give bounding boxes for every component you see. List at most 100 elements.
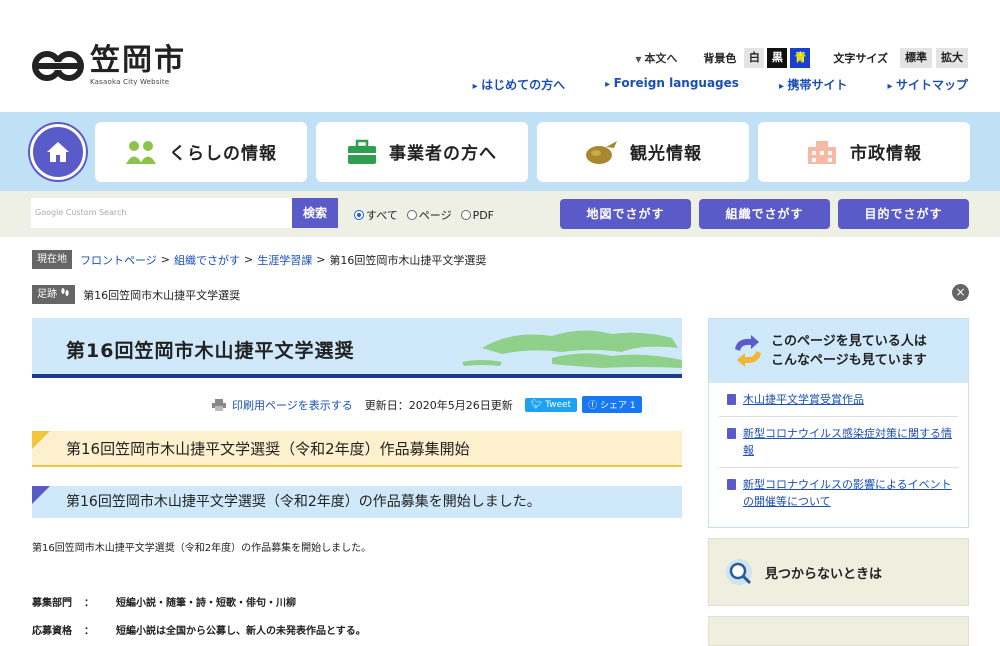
twitter-icon: 🐦︎ [530,399,543,410]
detail-value: 短編小説・随筆・詩・短歌・俳句・川柳 [116,598,296,609]
bg-black-button[interactable]: 黒 [767,48,788,68]
org-search-button[interactable]: 組織でさがす [699,199,830,229]
search-bar: Google Custom Search 検索 すべて ページ PDF 地図でさ… [0,191,1000,237]
subsection-heading: 第16回笠岡市木山捷平文学選奨（令和2年度）の作品募集を開始しました。 [32,486,682,518]
nav-tourism[interactable]: 観光情報 [537,121,749,182]
tweet-button[interactable]: 🐦︎ Tweet [524,397,578,412]
sitemap-link[interactable]: サイトマップ [887,76,968,93]
detail-row: 募集部門 ： 短編小説・随筆・詩・短歌・俳句・川柳 [32,594,296,609]
radio-icon [354,210,364,220]
home-button[interactable] [30,123,86,180]
global-nav: くらしの情報 事業者の方へ 観光情報 市政情報 [0,112,1000,191]
search-button[interactable]: 検索 [292,198,338,228]
detail-key: 募集部門 [32,598,72,609]
detail-key: 応募資格 [32,626,72,637]
nav-city-govt[interactable]: 市政情報 [758,121,970,182]
site-name: 笠岡市 [90,43,186,78]
list-item: 木山捷平文学賞受賞作品 [719,383,958,417]
list-item: 新型コロナウイルス感染症対策に関する情報 [719,417,958,468]
breadcrumb-separator: > [160,253,170,266]
facebook-share-button[interactable]: ⓕ シェア 1 [582,396,642,413]
scope-all-radio[interactable]: すべて [354,207,398,223]
utility-bar: 本文へ 背景色 白 黒 青 文字サイズ 標準 拡大 [635,48,968,68]
breadcrumb-separator: > [244,253,254,266]
footprints-icon [61,288,69,296]
page-meta: 印刷用ページを表示する 更新日：2020年5月26日更新 🐦︎ Tweet ⓕ … [212,396,642,413]
magnifier-icon [726,559,752,585]
close-icon[interactable]: × [952,284,969,301]
related-link[interactable]: 新型コロナウイルスの影響によるイベントの開催等について [743,478,952,508]
scope-pdf-radio[interactable]: PDF [460,207,494,223]
share-label: シェア 1 [599,401,636,411]
font-size-label: 文字サイズ [833,52,888,65]
updated-date: 更新日：2020年5月26日更新 [364,398,513,412]
mobile-site-link[interactable]: 携帯サイト [779,76,847,93]
nav-label: 観光情報 [630,144,702,164]
site-logo[interactable]: 笠岡市 Kasaoka City Website [32,46,186,86]
section-heading: 第16回笠岡市木山捷平文学選奨（令和2年度）作品募集開始 [32,431,682,467]
sidebar-box [708,616,969,646]
map-search-button[interactable]: 地図でさがす [560,199,691,229]
detail-colon: ： [84,626,94,637]
subsection-heading-text: 第16回笠岡市木山捷平文学選奨（令和2年度）の作品募集を開始しました。 [66,494,541,510]
home-icon [47,141,69,162]
related-links-list: 木山捷平文学賞受賞作品 新型コロナウイルス感染症対策に関する情報 新型コロナウイ… [709,383,968,518]
nav-business[interactable]: 事業者の方へ [316,121,528,182]
related-link[interactable]: 新型コロナウイルス感染症対策に関する情報 [743,427,952,457]
breadcrumb-org-search[interactable]: 組織でさがす [174,252,240,268]
foreign-languages-link[interactable]: Foreign languages [605,76,739,93]
bg-blue-button[interactable]: 青 [790,48,811,68]
radio-label: すべて [366,209,398,222]
page-title: 第16回笠岡市木山捷平文学選奨 [66,340,355,362]
facebook-icon: ⓕ [588,401,598,411]
header-links: はじめての方へ Foreign languages 携帯サイト サイトマップ [433,76,968,93]
radio-icon [406,210,417,220]
intro-paragraph: 第16回笠岡市木山捷平文学選奨（令和2年度）の作品募集を開始しました。 [32,543,372,554]
page-trail: 足跡 第16回笠岡市木山捷平文学選奨 [32,285,240,304]
detail-colon: ： [84,598,94,609]
site-header: 笠岡市 Kasaoka City Website 本文へ 背景色 白 黒 青 文… [0,0,1000,112]
purpose-search-button[interactable]: 目的でさがす [838,199,969,229]
trail-tag: 足跡 [32,285,76,304]
city-hall-icon [808,140,836,164]
font-standard-button[interactable]: 標準 [900,48,932,68]
scope-page-radio[interactable]: ページ [406,207,452,223]
site-subtitle: Kasaoka City Website [90,78,170,86]
breadcrumb: 現在地 フロントページ > 組織でさがす > 生涯学習課 > 第16回笠岡市木山… [32,250,486,269]
search-placeholder: Custom Search [65,208,127,217]
radio-label: ページ [418,209,452,222]
trail-item[interactable]: 第16回笠岡市木山捷平文学選奨 [83,287,240,303]
search-scope: すべて ページ PDF [354,207,503,223]
related-link[interactable]: 木山捷平文学賞受賞作品 [743,393,864,406]
nav-label: 事業者の方へ [389,144,497,164]
radio-icon [460,210,471,220]
heading-marker [32,431,50,449]
nav-label: 市政情報 [850,144,922,164]
related-heading-line2: こんなページも見ています [771,353,927,368]
breadcrumb-current: 第16回笠岡市木山捷平文学選奨 [329,253,487,267]
list-item: 新型コロナウイルスの影響によるイベントの開催等について [719,468,958,518]
heading-marker [32,486,50,504]
background-color-label: 背景色 [703,52,737,65]
print-page-link[interactable]: 印刷用ページを表示する [232,397,353,413]
related-heading-line1: このページを見ている人は [771,334,927,349]
page-title-banner: 第16回笠岡市木山捷平文学選奨 [32,318,682,378]
skip-to-content-link[interactable]: 本文へ [635,50,677,66]
search-input[interactable]: Google Custom Search [31,198,292,228]
breadcrumb-tag: 現在地 [32,250,72,269]
detail-row: 応募資格 ： 短編小説は全国から公募し、新人の未発表作品とする。 [32,622,366,637]
nav-living-info[interactable]: くらしの情報 [95,121,307,182]
bg-white-button[interactable]: 白 [744,48,765,68]
islands-illustration [462,330,682,368]
briefcase-icon [348,139,376,164]
font-large-button[interactable]: 拡大 [936,48,968,68]
breadcrumb-front-page[interactable]: フロントページ [80,252,157,268]
arrows-icon [735,335,761,367]
nav-label: くらしの情報 [169,144,277,164]
related-pages-box: このページを見ている人は こんなページも見ています 木山捷平文学賞受賞作品 新型コ… [708,318,969,528]
first-visit-link[interactable]: はじめての方へ [473,76,565,93]
not-found-label: 見つからないときは [765,566,883,582]
breadcrumb-lifelong-learning[interactable]: 生涯学習課 [257,252,312,268]
not-found-box[interactable]: 見つからないときは [708,538,969,606]
detail-value: 短編小説は全国から公募し、新人の未発表作品とする。 [116,626,366,637]
